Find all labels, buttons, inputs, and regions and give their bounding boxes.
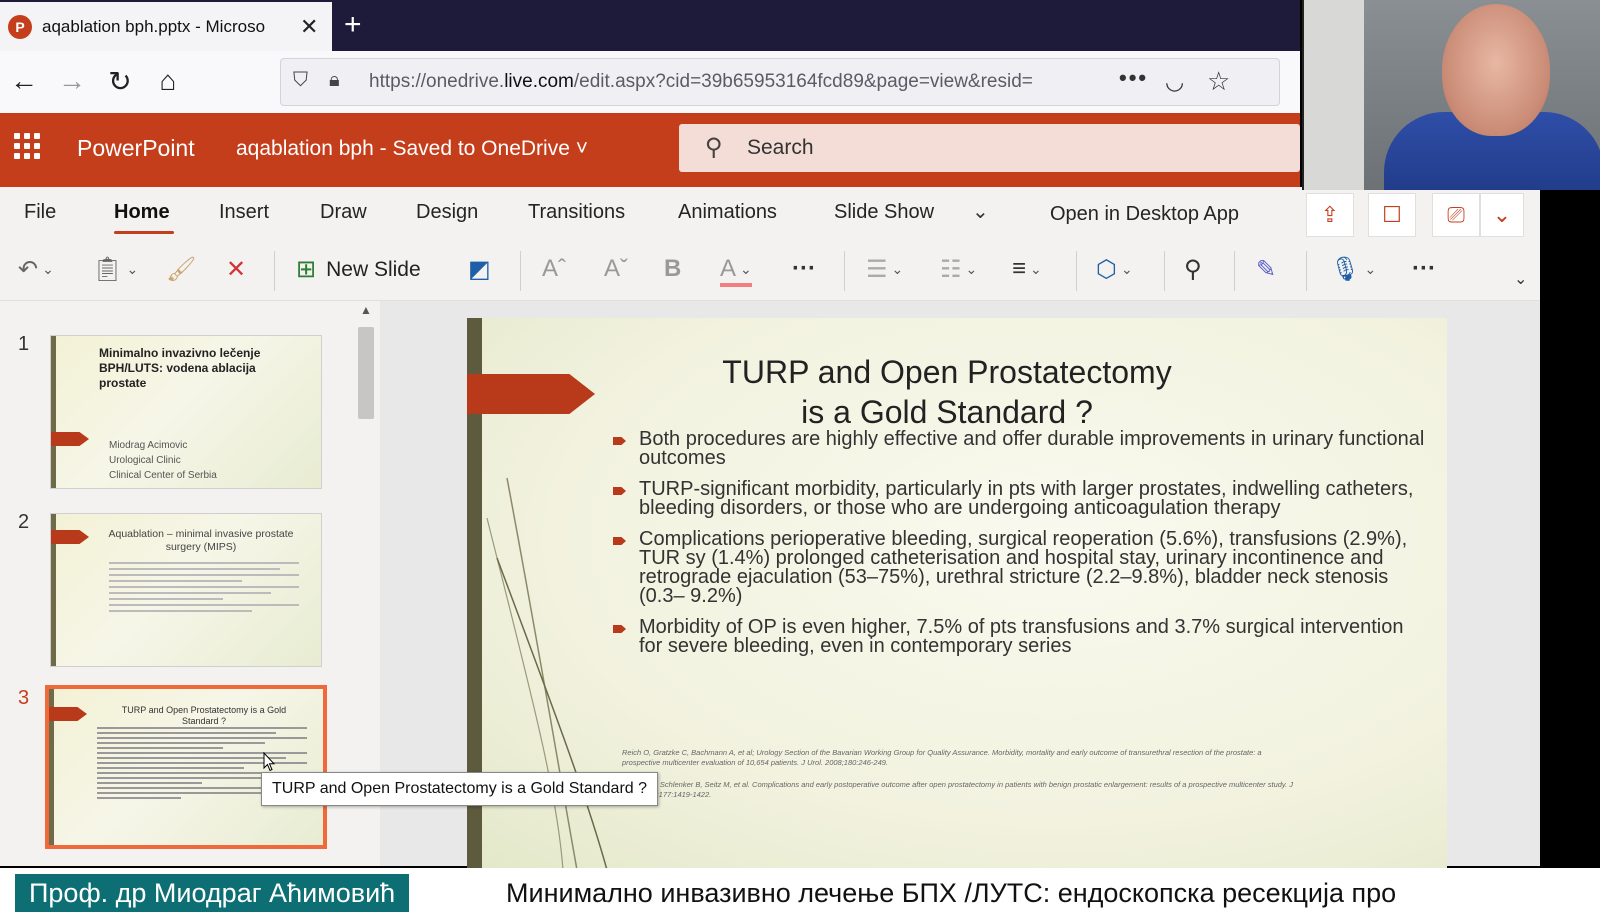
thumbnail-title: TURP and Open Prostatectomy is a Gold St… bbox=[121, 705, 287, 726]
slide-references: Reich O, Gratzke C, Bachmann A, et al; U… bbox=[622, 748, 1294, 799]
tab-transitions[interactable]: Transitions bbox=[528, 201, 625, 224]
back-arrow-icon[interactable]: ← bbox=[4, 61, 44, 101]
lower-third-caption: Проф. др Миодраг Аћимовић Минимално инва… bbox=[0, 868, 1600, 924]
tab-insert[interactable]: Insert bbox=[219, 201, 269, 224]
thumbnail-tooltip: TURP and Open Prostatectomy is a Gold St… bbox=[261, 772, 659, 806]
designer-icon[interactable]: ✎ bbox=[1256, 255, 1276, 284]
format-painter-icon[interactable]: 🖌︎ bbox=[166, 255, 196, 284]
slide-number: 1 bbox=[18, 333, 30, 355]
speaker-name: Проф. др Миодраг Аћимовић bbox=[15, 874, 410, 912]
url-bar[interactable]: ⛉ 🔒︎ https://onedrive.live.com/edit.aspx… bbox=[280, 58, 1280, 106]
more-dots-icon[interactable]: ••• bbox=[1119, 65, 1148, 91]
slide-number: 2 bbox=[18, 511, 30, 533]
reload-icon[interactable]: ↻ bbox=[100, 61, 140, 101]
slide-title[interactable]: TURP and Open Prostatectomy is a Gold St… bbox=[667, 352, 1227, 432]
forward-arrow-icon[interactable]: → bbox=[52, 61, 92, 101]
align-icon[interactable]: ≡ ⌄ bbox=[1012, 255, 1042, 283]
share-icon[interactable]: ⇪ bbox=[1306, 193, 1354, 237]
more-dots-icon[interactable]: ··· bbox=[792, 255, 816, 283]
chevron-down-icon[interactable]: ⌄ bbox=[1480, 193, 1524, 237]
bullet-item: Morbidity of OP is even higher, 7.5% of … bbox=[613, 617, 1425, 656]
slide-number: 3 bbox=[18, 687, 30, 709]
new-slide-icon: ⊞ bbox=[296, 256, 317, 283]
increase-font-icon[interactable]: Aˆ bbox=[542, 255, 566, 283]
slide-bullet-list[interactable]: Both procedures are highly effective and… bbox=[613, 429, 1425, 668]
tab-slide-show[interactable]: Slide Show bbox=[834, 201, 934, 224]
close-icon[interactable]: ✕ bbox=[300, 14, 318, 40]
slide-thumbnail-2[interactable]: Aquablation – minimal invasive prostate … bbox=[50, 513, 322, 667]
browser-tab-strip: P aqablation bph.pptx - Microso ✕ + bbox=[0, 0, 1300, 51]
active-tab-indicator bbox=[114, 231, 174, 234]
tab-title: aqablation bph.pptx - Microso bbox=[42, 16, 266, 36]
present-icon[interactable]: ⎚ bbox=[1432, 193, 1480, 237]
search-box[interactable]: ⚲ Search bbox=[679, 124, 1300, 172]
ribbon-toolbar: ↶ ⌄ 📋︎ ⌄ 🖌︎ ✕ ⊞ New Slide ◩ Aˆ Aˇ B A ⌄ ··· … bbox=[0, 243, 1540, 301]
app-launcher-icon[interactable] bbox=[14, 133, 40, 159]
tab-home[interactable]: Home bbox=[114, 201, 170, 224]
find-icon[interactable]: ⚲ bbox=[1184, 255, 1202, 284]
pocket-icon[interactable]: ◡ bbox=[1165, 69, 1184, 95]
tab-design[interactable]: Design bbox=[416, 201, 478, 224]
browser-nav-bar: ← → ↻ ⌂ ⛉ 🔒︎ https://onedrive.live.com/e… bbox=[0, 51, 1300, 113]
bullet-item: Both procedures are highly effective and… bbox=[613, 429, 1425, 468]
undo-icon[interactable]: ↶ ⌄ bbox=[18, 255, 54, 284]
comments-icon[interactable]: ☐ bbox=[1368, 193, 1416, 237]
bold-icon[interactable]: B bbox=[664, 255, 681, 283]
new-tab-button[interactable]: + bbox=[344, 8, 362, 42]
browser-tab[interactable]: P aqablation bph.pptx - Microso ✕ bbox=[0, 2, 332, 51]
mouse-cursor-icon bbox=[263, 752, 275, 772]
url-text[interactable]: https://onedrive.live.com/edit.aspx?cid=… bbox=[369, 71, 1109, 93]
thumbnail-author: Miodrag Acimovic Urological Clinic Clini… bbox=[109, 440, 217, 481]
powerpoint-favicon-icon: P bbox=[8, 14, 32, 39]
chevron-down-icon[interactable]: ⌄ bbox=[972, 199, 989, 224]
chevron-down-icon[interactable]: ⌄ bbox=[1514, 269, 1527, 289]
scroll-thumb[interactable] bbox=[358, 327, 374, 419]
talk-title-ticker: Минимално инвазивно лечење БПХ /ЛУТС: ен… bbox=[506, 878, 1397, 908]
delete-icon[interactable]: ✕ bbox=[226, 255, 246, 284]
thumbnail-title: Aquablation – minimal invasive prostate … bbox=[108, 528, 294, 553]
chevron-up-icon[interactable]: ▲ bbox=[360, 303, 372, 317]
layout-icon[interactable]: ◩ bbox=[468, 255, 491, 284]
lock-icon[interactable]: 🔒︎ bbox=[329, 69, 340, 92]
search-icon: ⚲ bbox=[705, 134, 723, 161]
paste-icon[interactable]: 📋︎ ⌄ bbox=[92, 255, 138, 284]
open-desktop-app-button[interactable]: Open in Desktop App bbox=[1050, 203, 1239, 226]
app-header: PowerPoint aqablation bph - Saved to One… bbox=[0, 113, 1300, 187]
thumbnail-title: Minimalno invazivno lečenje BPH/LUTS: vo… bbox=[99, 346, 261, 390]
decrease-font-icon[interactable]: Aˇ bbox=[604, 255, 628, 283]
screen: P aqablation bph.pptx - Microso ✕ + ← → … bbox=[0, 0, 1600, 924]
bullet-arrow-icon bbox=[613, 625, 626, 633]
home-icon[interactable]: ⌂ bbox=[148, 61, 188, 101]
bullet-item: TURP-significant morbidity, particularly… bbox=[613, 479, 1425, 518]
bullet-arrow-icon bbox=[613, 487, 626, 495]
numbering-icon[interactable]: ☷ ⌄ bbox=[940, 255, 977, 284]
tab-draw[interactable]: Draw bbox=[320, 201, 367, 224]
font-color-icon[interactable]: A ⌄ bbox=[720, 255, 752, 287]
shapes-icon[interactable]: ⬡ ⌄ bbox=[1096, 255, 1133, 284]
more-dots-icon[interactable]: ··· bbox=[1412, 255, 1436, 283]
presenter-face bbox=[1442, 4, 1550, 136]
app-name[interactable]: PowerPoint bbox=[77, 135, 195, 162]
bullet-arrow-icon bbox=[613, 537, 626, 545]
bullet-item: Complications perioperative bleeding, su… bbox=[613, 529, 1425, 606]
tab-animations[interactable]: Animations bbox=[678, 201, 777, 224]
new-slide-button[interactable]: ⊞ New Slide bbox=[296, 255, 421, 284]
dictate-mic-icon[interactable]: 🎙︎ ⌄ bbox=[1330, 255, 1376, 284]
slide-thumbnail-3[interactable]: TURP and Open Prostatectomy is a Gold St… bbox=[45, 685, 327, 849]
document-title[interactable]: aqablation bph - Saved to OneDrive ˅ bbox=[236, 137, 588, 161]
black-margin bbox=[1540, 187, 1600, 867]
search-placeholder: Search bbox=[747, 136, 814, 159]
slide-thumbnail-1[interactable]: Minimalno invazivno lečenje BPH/LUTS: vo… bbox=[50, 335, 322, 489]
bullets-icon[interactable]: ☰ ⌄ bbox=[866, 255, 903, 284]
shield-icon[interactable]: ⛉ bbox=[293, 69, 308, 92]
webcam-video bbox=[1302, 0, 1600, 190]
ribbon-tabs: File Home Insert Draw Design Transitions… bbox=[0, 187, 1540, 243]
tab-file[interactable]: File bbox=[24, 201, 56, 224]
bullet-arrow-icon bbox=[613, 437, 626, 445]
bookmark-star-icon[interactable]: ☆ bbox=[1207, 66, 1230, 97]
